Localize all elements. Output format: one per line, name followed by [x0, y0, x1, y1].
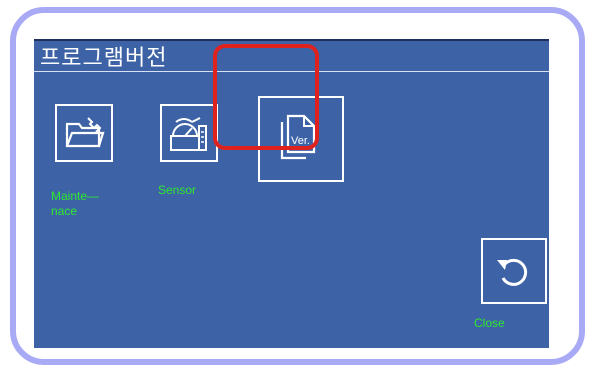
sensor-button[interactable]	[160, 104, 218, 162]
close-button[interactable]	[481, 238, 547, 304]
selection-highlight	[213, 44, 319, 150]
sensor-gauge-icon	[170, 117, 207, 151]
maintenance-button[interactable]	[55, 104, 113, 162]
maintenance-label: Mainte— nace	[51, 189, 100, 218]
screen-title: 프로그램버전	[40, 46, 168, 71]
undo-arrow-icon	[497, 258, 528, 286]
close-label: Close	[474, 316, 505, 330]
sensor-label: Sensor	[158, 183, 197, 197]
folder-wrench-icon	[65, 117, 105, 148]
